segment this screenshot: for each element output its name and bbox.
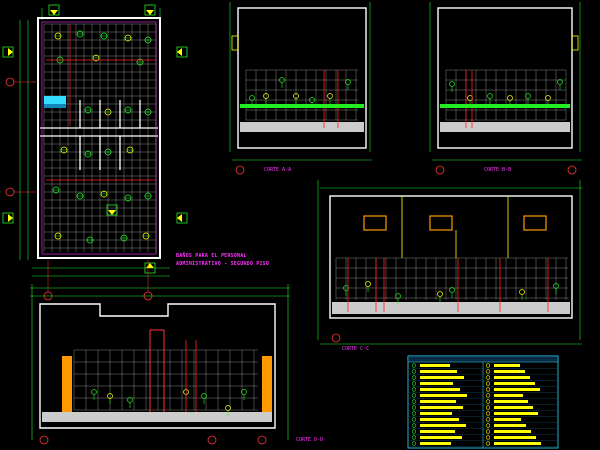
section-bb-label: CORTE B-B <box>484 167 511 173</box>
legend-text-bar <box>494 400 528 403</box>
legend-text-bar <box>420 394 467 397</box>
legend-text-bar <box>494 424 526 427</box>
legend-text-bar <box>494 436 536 439</box>
legend-text-bar <box>420 400 456 403</box>
legend-header <box>407 355 559 363</box>
legend-text-bar <box>420 436 462 439</box>
plan-cyan-tag-2 <box>44 104 66 108</box>
legend-text-bar <box>494 388 540 391</box>
legend-text-bar <box>420 406 463 409</box>
legend-text-bar <box>420 364 450 367</box>
legend-text-bar <box>420 442 451 445</box>
legend-text-bar <box>494 406 533 409</box>
plan-title-line2: ADMINISTRATIVO - SEGUNDO PISO <box>176 261 270 267</box>
section-aa-label: CORTE A-A <box>264 167 291 173</box>
legend-text-bar <box>494 370 525 373</box>
section-bb-floor <box>440 122 570 132</box>
legend-text-bar <box>494 382 535 385</box>
legend-text-bar <box>494 376 530 379</box>
legend-text-bar <box>494 430 531 433</box>
section-cc-floor <box>332 302 570 314</box>
section-dd-door-left <box>62 356 72 412</box>
section-dd-floor <box>42 412 272 422</box>
legend-text-bar <box>420 424 466 427</box>
section-cc-label: CORTE C-C <box>342 346 369 352</box>
legend-text-bar <box>494 394 523 397</box>
legend-text-bar <box>420 382 453 385</box>
legend-text-bar <box>420 418 459 421</box>
section-bb-counter <box>440 104 570 108</box>
legend-text-bar <box>494 442 541 445</box>
plan-title-line1: BAÑOS PARA EL PERSONAL <box>176 253 247 259</box>
section-dd-door-right <box>262 356 272 412</box>
legend-text-bar <box>420 376 464 379</box>
section-aa-counter <box>240 104 364 108</box>
legend-text-bar <box>494 412 538 415</box>
legend-text-bar <box>420 412 452 415</box>
section-aa-floor <box>240 122 364 132</box>
legend-text-bar <box>494 364 520 367</box>
section-dd-label: CORTE D-D <box>296 437 323 443</box>
legend-text-bar <box>420 430 455 433</box>
legend-text-bar <box>420 388 460 391</box>
plan-cyan-tag <box>44 96 66 104</box>
legend-text-bar <box>494 418 521 421</box>
legend-text-bar <box>420 370 457 373</box>
cad-drawing-sheet: CORTE A-A CORTE B-B CORTE C-C CORTE D-D <box>0 0 600 450</box>
